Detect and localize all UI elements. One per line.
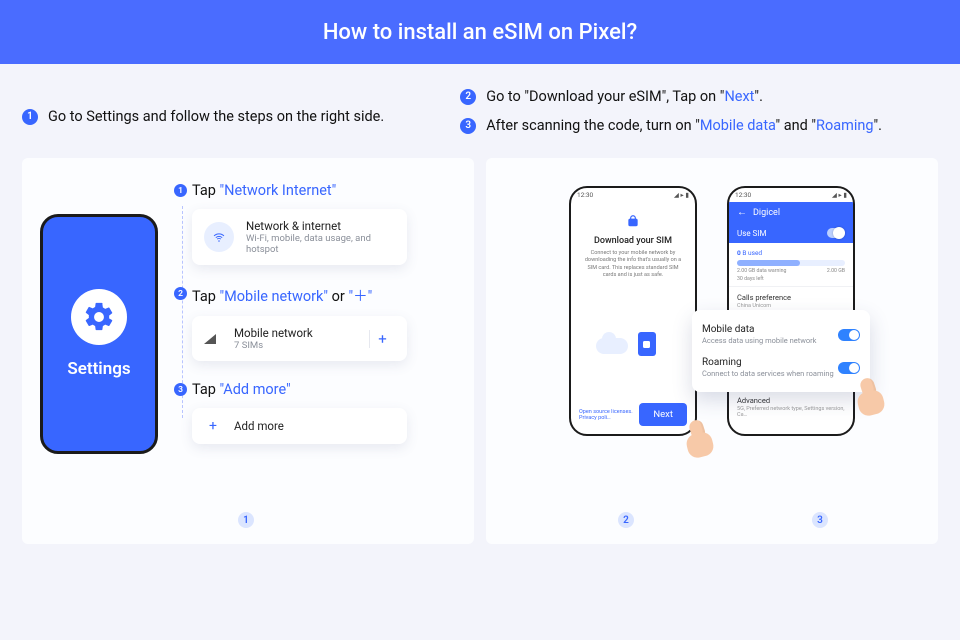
data-gauge: 0 B used 2.00 GB data warning2.00 GB 30 … <box>729 243 853 286</box>
use-sim-row[interactable]: Use SIM <box>729 223 853 243</box>
panel-footer-badge-1: 1 <box>238 512 254 528</box>
cloud-icon <box>596 338 628 354</box>
download-sim-desc: Connect to your mobile network by downlo… <box>581 250 685 280</box>
carrier-name: Digicel <box>753 208 780 218</box>
sim-illustration <box>588 314 678 356</box>
status-time: 12:30 <box>735 191 751 199</box>
intro-step-3: 3 After scanning the code, turn on "Mobi… <box>460 117 938 134</box>
roaming-sub: Connect to data services when roaming <box>702 369 834 378</box>
badge-3: 3 <box>460 118 476 134</box>
rail-badge-2: 2 <box>174 287 187 300</box>
card-title: Mobile network <box>234 326 313 340</box>
intro-step-2: 2 Go to "Download your eSIM", Tap on "Ne… <box>460 88 938 105</box>
card-subtitle: 7 SIMs <box>234 340 313 351</box>
rail-badge-3: 3 <box>174 383 187 396</box>
settings-label: Settings <box>67 359 130 379</box>
roaming-toggle[interactable] <box>838 362 860 374</box>
panel-footer-badge-3: 3 <box>812 512 828 528</box>
license-link[interactable]: Open source licenses. Privacy poli… <box>579 409 639 421</box>
panel-footer-badge-2: 2 <box>618 512 634 528</box>
overlay-roaming[interactable]: Roaming Connect to data services when ro… <box>702 351 860 384</box>
intro-step-1-text: Go to Settings and follow the steps on t… <box>48 108 384 125</box>
download-sim-title: Download your SIM <box>581 236 685 246</box>
intro-step-2-text: Go to "Download your eSIM", Tap on "Next… <box>486 88 763 105</box>
rail-step-1-title: Tap "Network Internet" <box>192 182 456 199</box>
mobile-data-toggle[interactable] <box>838 329 860 341</box>
page-title: How to install an eSIM on Pixel? <box>323 20 637 45</box>
card-title: Network & internet <box>246 219 395 233</box>
back-icon[interactable]: ← <box>737 207 747 218</box>
overlay-mobile-data[interactable]: Mobile data Access data using mobile net… <box>702 318 860 351</box>
status-icons: ◢ ▸ ▮ <box>674 191 689 199</box>
next-button[interactable]: Next <box>639 403 687 426</box>
use-sim-label: Use SIM <box>737 229 766 238</box>
intro-step-1: 1 Go to Settings and follow the steps on… <box>22 108 420 125</box>
gear-icon <box>71 289 127 345</box>
card-add-more[interactable]: + Add more <box>192 408 407 444</box>
row-advanced[interactable]: Advanced 5G, Preferred network type, Set… <box>729 389 853 424</box>
signal-icon <box>204 334 222 344</box>
phone-settings-mock: Settings <box>40 214 158 454</box>
lock-icon <box>626 214 640 228</box>
badge-1: 1 <box>22 109 38 125</box>
rail-step-2-title: Tap "Mobile network" or "＋" <box>192 285 456 306</box>
status-bar: 12:30 ◢ ▸ ▮ <box>729 188 853 202</box>
card-subtitle: Wi-Fi, mobile, data usage, and hotspot <box>246 233 395 255</box>
mobile-data-label: Mobile data <box>702 324 816 335</box>
sim-card-icon <box>638 332 656 356</box>
card-title: Add more <box>234 419 284 433</box>
app-bar: ← Digicel <box>729 202 853 223</box>
status-time: 12:30 <box>577 191 593 199</box>
status-bar: 12:30 ◢ ▸ ▮ <box>571 188 695 202</box>
roaming-label: Roaming <box>702 357 834 368</box>
intro-step-3-text: After scanning the code, turn on "Mobile… <box>486 117 882 134</box>
rail-badge-1: 1 <box>174 184 187 197</box>
panel-phone-screens: 12:30 ◢ ▸ ▮ Download your SIM Connect to… <box>486 158 938 544</box>
phone-download-sim: 12:30 ◢ ▸ ▮ Download your SIM Connect to… <box>569 186 697 436</box>
use-sim-toggle[interactable] <box>827 228 845 238</box>
card-mobile-network[interactable]: Mobile network 7 SIMs + <box>192 316 407 361</box>
rail-step-3-title: Tap "Add more" <box>192 381 456 398</box>
plus-icon: + <box>204 418 222 434</box>
mobile-data-sub: Access data using mobile network <box>702 336 816 345</box>
badge-2: 2 <box>460 89 476 105</box>
overlay-data-roaming: Mobile data Access data using mobile net… <box>692 310 870 392</box>
card-network-internet[interactable]: Network & internet Wi-Fi, mobile, data u… <box>192 209 407 265</box>
wifi-icon <box>204 222 234 252</box>
panel-settings-steps: Settings 1 Tap "Network Internet" Networ… <box>22 158 474 544</box>
status-icons: ◢ ▸ ▮ <box>832 191 847 199</box>
plus-icon[interactable]: + <box>369 330 395 348</box>
intro-steps: 1 Go to Settings and follow the steps on… <box>0 64 960 158</box>
page-header: How to install an eSIM on Pixel? <box>0 0 960 64</box>
